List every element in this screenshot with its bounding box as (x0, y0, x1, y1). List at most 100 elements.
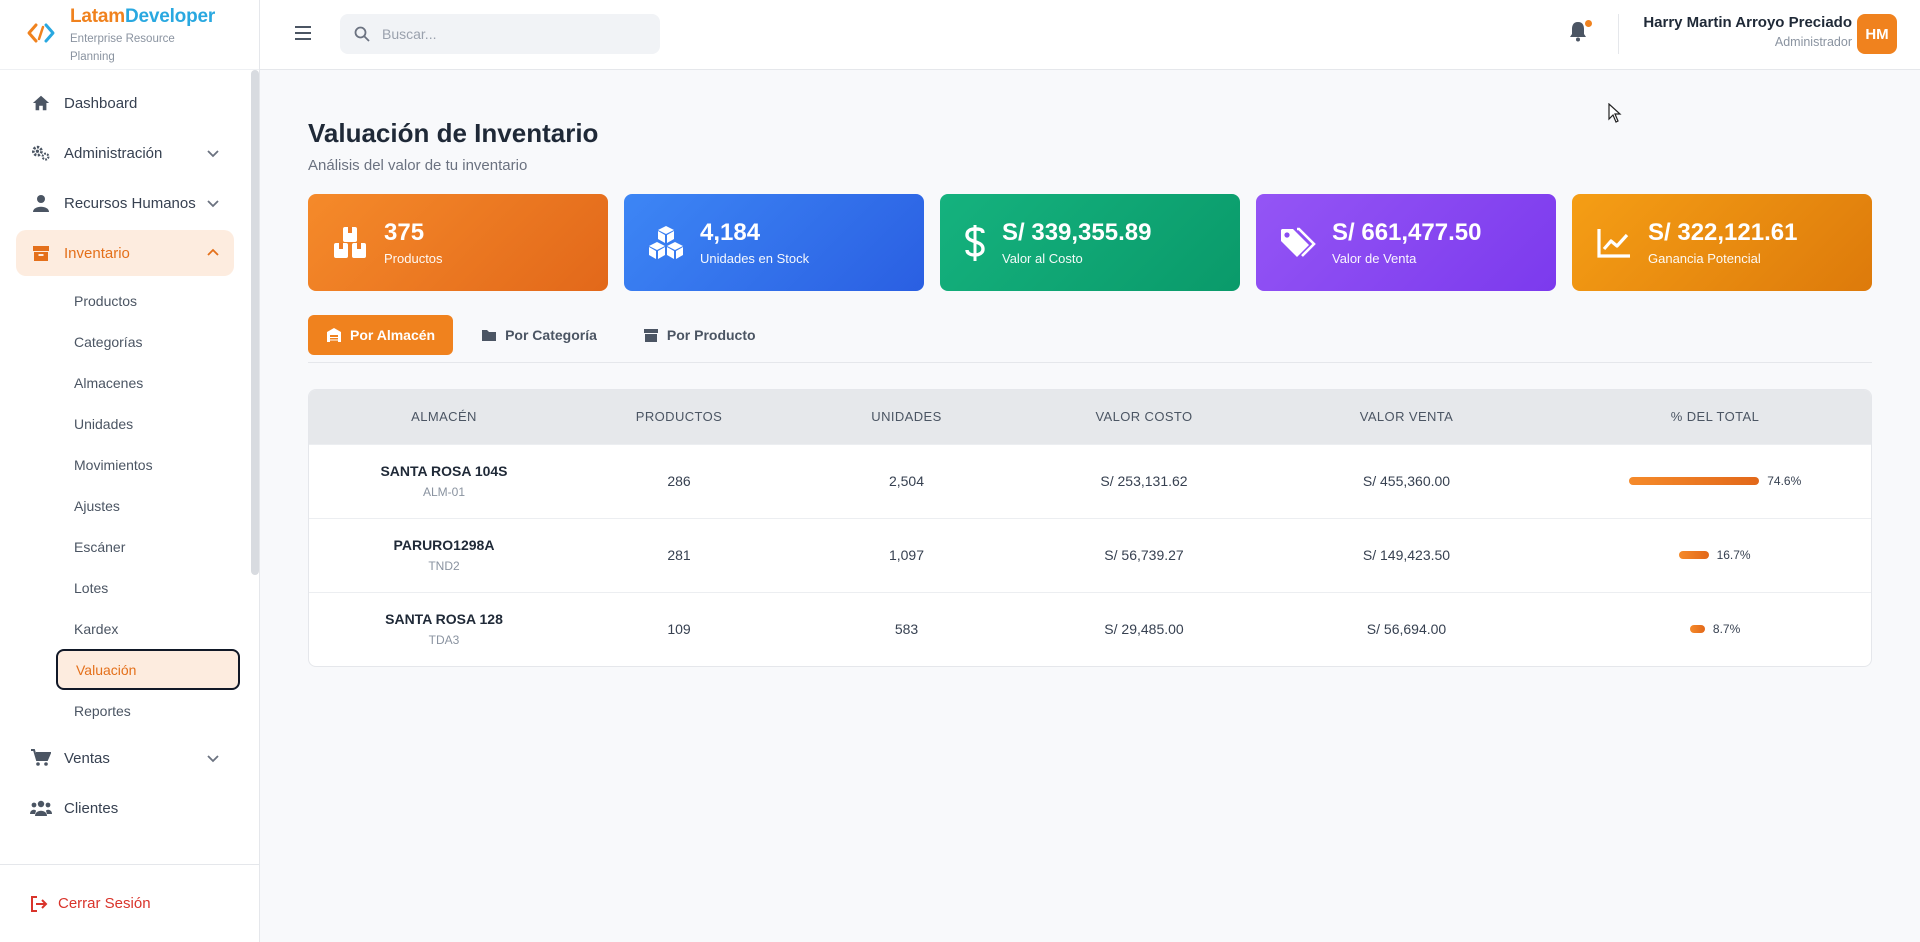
sidebar-item-dashboard[interactable]: Dashboard (16, 80, 234, 126)
cell-valor-venta: S/ 149,423.50 (1362, 547, 1451, 563)
search-input[interactable] (382, 26, 642, 42)
cell-valor-venta: S/ 455,360.00 (1362, 473, 1451, 489)
cell-unidades: 583 (894, 621, 919, 638)
warehouse-name: PARURO1298A (393, 537, 495, 553)
col-productos[interactable]: PRODUCTOS (579, 390, 779, 444)
cell-porcentaje: 16.7% (1559, 518, 1871, 592)
brand[interactable]: LatamDeveloper Enterprise Resource Plann… (0, 0, 259, 70)
home-icon (30, 92, 52, 114)
sidebar-scrollbar[interactable] (251, 70, 259, 575)
submenu-reportes[interactable]: Reportes (56, 690, 234, 731)
user-info[interactable]: Harry Martin Arroyo Preciado Administrad… (1632, 14, 1852, 49)
percent-label: 74.6% (1767, 474, 1802, 488)
tab-por-almacen[interactable]: Por Almacén (308, 315, 454, 355)
cell-almacen: SANTA ROSA 128 TDA3 (309, 592, 579, 666)
hamburger-menu-icon[interactable] (294, 24, 312, 42)
cell-productos: 109 (667, 621, 691, 638)
submenu-movimientos[interactable]: Movimientos (56, 444, 234, 485)
dollar-icon (962, 223, 988, 263)
sidebar-item-recursos-humanos[interactable]: Recursos Humanos (16, 180, 234, 226)
cell-porcentaje: 74.6% (1559, 444, 1871, 518)
folder-icon (482, 330, 497, 341)
box-icon (30, 242, 52, 264)
card-valor-costo: S/ 339,355.89 Valor al Costo (940, 194, 1240, 291)
warehouse-code: TND2 (428, 559, 460, 573)
gears-icon (30, 142, 52, 164)
logout-button[interactable]: Cerrar Sesión (0, 864, 259, 942)
chevron-down-icon (207, 200, 219, 208)
avatar[interactable]: HM (1857, 14, 1897, 54)
submenu-unidades[interactable]: Unidades (56, 403, 234, 444)
col-porcentaje[interactable]: % DEL TOTAL (1559, 390, 1871, 444)
view-tabs: Por Almacén Por Categoría Por Producto (308, 315, 1872, 363)
submenu-lotes[interactable]: Lotes (56, 567, 234, 608)
notification-badge (1585, 20, 1592, 27)
sidebar-item-clientes[interactable]: Clientes (16, 785, 234, 831)
sidebar-item-inventario[interactable]: Inventario (16, 230, 234, 276)
user-name: Harry Martin Arroyo Preciado (1643, 14, 1852, 31)
submenu-productos[interactable]: Productos (56, 280, 234, 321)
card-label: Productos (384, 251, 443, 266)
card-unidades: 4,184 Unidades en Stock (624, 194, 924, 291)
chevron-down-icon (207, 150, 219, 158)
top-header: Harry Martin Arroyo Preciado Administrad… (260, 0, 1920, 70)
card-ganancia: S/ 322,121.61 Ganancia Potencial (1572, 194, 1872, 291)
cell-unidades: 2,504 (888, 473, 925, 489)
table-row[interactable]: SANTA ROSA 104S ALM-01 286 2,504 S/ 253,131.… (309, 444, 1871, 518)
sidebar-item-ventas[interactable]: Ventas (16, 735, 234, 781)
boxes-icon (330, 223, 370, 263)
brand-name: LatamDeveloper (70, 6, 216, 27)
warehouse-name: SANTA ROSA 128 (385, 611, 503, 628)
cart-icon (30, 747, 52, 769)
cell-almacen: SANTA ROSA 104S ALM-01 (309, 444, 579, 518)
user-icon (30, 192, 52, 214)
summary-cards: 375 Productos 4,184 Unidades en Stock S/… (308, 194, 1872, 291)
page-subtitle: Análisis del valor de tu inventario (308, 157, 528, 174)
warehouse-name: SANTA ROSA 104S (380, 463, 508, 479)
submenu-almacenes[interactable]: Almacenes (56, 362, 234, 403)
cell-unidades: 1,097 (888, 547, 925, 563)
cell-porcentaje: 8.7% (1559, 592, 1871, 666)
tags-icon (1278, 223, 1318, 263)
cubes-icon (646, 223, 686, 263)
card-value: S/ 339,355.89 (1002, 219, 1152, 246)
col-almacen[interactable]: ALMACÉN (309, 390, 579, 444)
col-unidades[interactable]: UNIDADES (779, 390, 1034, 444)
card-label: Unidades en Stock (700, 251, 810, 266)
submenu-valuacion[interactable]: Valuación (56, 649, 240, 690)
table-row[interactable]: SANTA ROSA 128 TDA3 109 583 S/ 29,485.00 S/ 5… (309, 592, 1871, 666)
tab-por-categoria[interactable]: Por Categoría (463, 315, 615, 355)
percent-label: 8.7% (1712, 622, 1741, 637)
code-logo-icon (27, 23, 55, 43)
submenu-kardex[interactable]: Kardex (56, 608, 234, 649)
submenu-categorias[interactable]: Categorías (56, 321, 234, 362)
card-valor-venta: S/ 661,477.50 Valor de Venta (1256, 194, 1556, 291)
mouse-cursor-icon (1608, 103, 1622, 123)
sidebar-nav: Dashboard Administración Recursos Humano… (0, 80, 250, 860)
chevron-down-icon (207, 755, 219, 763)
notifications-button[interactable] (1568, 20, 1592, 44)
tab-por-producto[interactable]: Por Producto (625, 315, 774, 355)
percent-bar (1679, 551, 1709, 559)
card-value: 375 (384, 219, 425, 246)
user-role: Administrador (1774, 35, 1852, 49)
card-productos: 375 Productos (308, 194, 608, 291)
submenu-ajustes[interactable]: Ajustes (56, 485, 234, 526)
col-valor-costo[interactable]: VALOR COSTO (1034, 390, 1254, 444)
cell-productos: 286 (667, 473, 691, 489)
sidebar: LatamDeveloper Enterprise Resource Plann… (0, 0, 260, 942)
card-value: S/ 661,477.50 (1332, 219, 1482, 246)
inventory-submenu: Productos Categorías Almacenes Unidades … (16, 280, 240, 731)
cell-valor-costo: S/ 56,739.27 (1104, 547, 1184, 563)
submenu-escaner[interactable]: Escáner (56, 526, 234, 567)
sidebar-item-administracion[interactable]: Administración (16, 130, 234, 176)
card-label: Valor al Costo (1002, 251, 1083, 266)
warehouse-code: ALM-01 (422, 485, 466, 499)
line-chart-icon (1594, 223, 1634, 263)
percent-label: 16.7% (1716, 548, 1751, 562)
table-row[interactable]: PARURO1298A TND2 281 1,097 S/ 56,739.27 S/ 14… (309, 518, 1871, 592)
warehouse-code: TDA3 (428, 633, 460, 648)
col-valor-venta[interactable]: VALOR VENTA (1254, 390, 1559, 444)
logout-icon (31, 895, 48, 912)
page-title: Valuación de Inventario (308, 118, 599, 148)
